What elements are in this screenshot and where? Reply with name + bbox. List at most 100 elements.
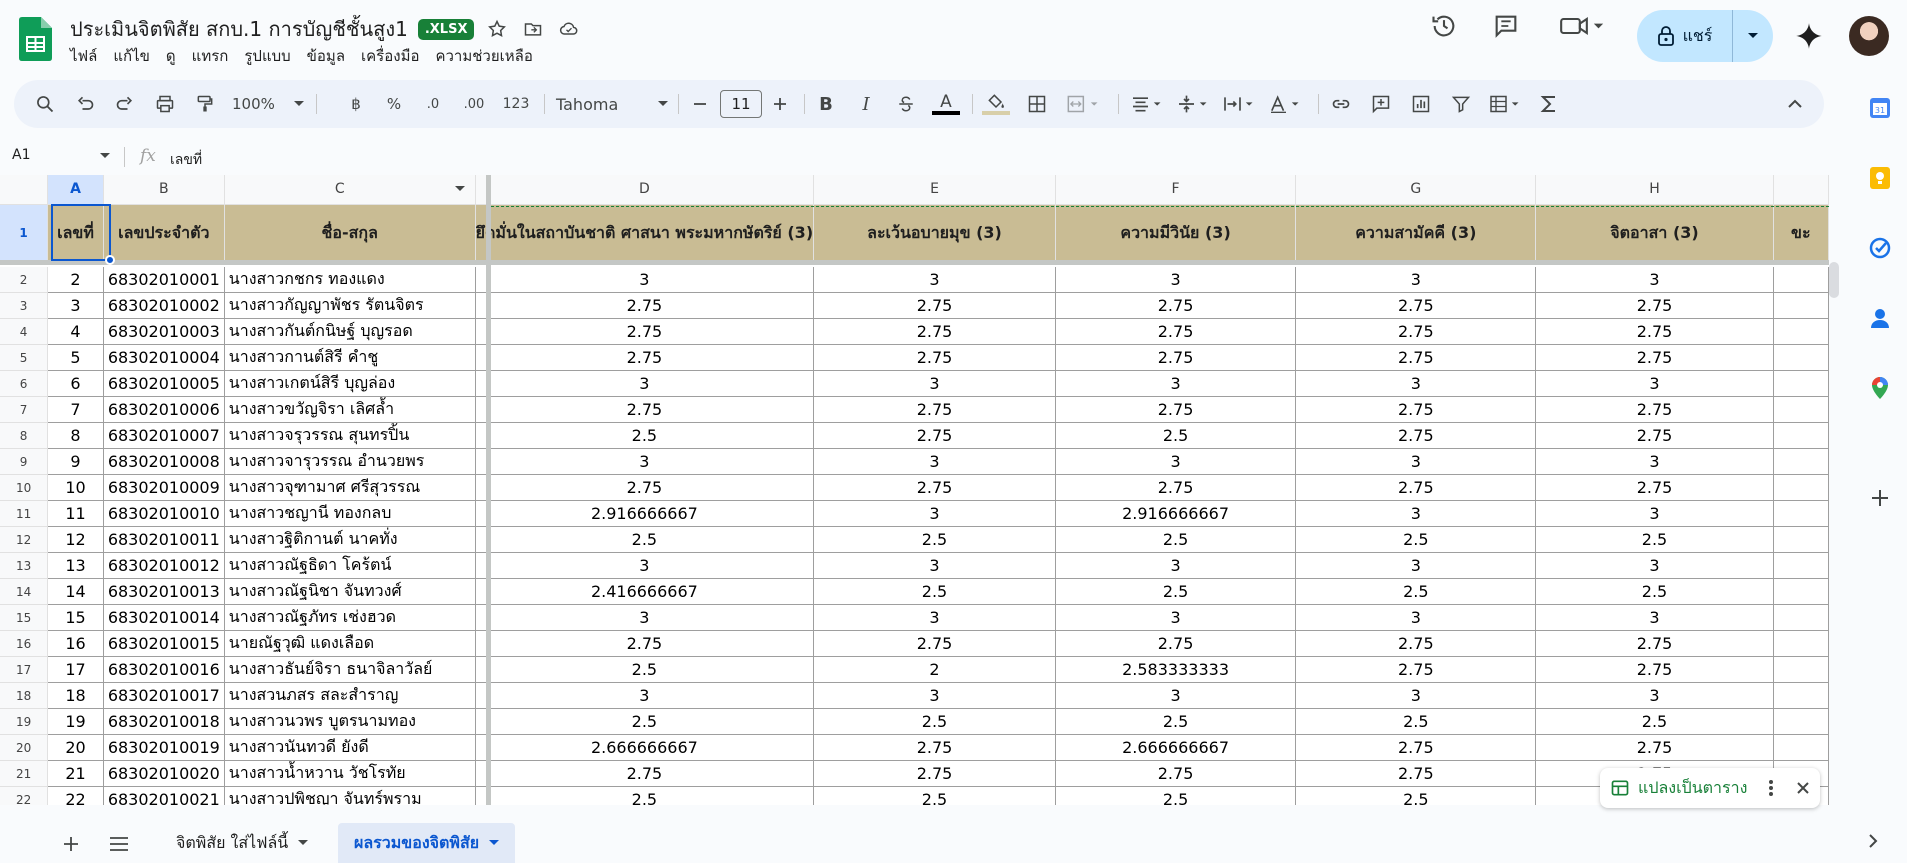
column-header-h[interactable]: H (1535, 175, 1774, 205)
cell-no[interactable]: 4 (47, 318, 104, 345)
row-header[interactable]: 19 (0, 708, 49, 735)
merge-cells-icon[interactable] (1060, 88, 1110, 120)
font-size-value[interactable]: 11 (720, 90, 762, 118)
cell-student-id[interactable]: 68302010021 (103, 786, 225, 805)
row-header[interactable]: 22 (0, 786, 49, 805)
chevron-down-icon[interactable] (489, 840, 500, 846)
cell-avoid-vices[interactable]: 3 (813, 267, 1056, 293)
cell-loyalty[interactable]: 2.75 (475, 474, 815, 501)
cell-name[interactable]: นางสาวกัญญาพัชร รัตนจิตร (224, 292, 476, 319)
cell-student-id[interactable]: 68302010020 (103, 760, 225, 787)
row-header[interactable]: 12 (0, 526, 49, 553)
cell-discipline[interactable]: 2.75 (1055, 344, 1297, 371)
cell-volunteer[interactable]: 2.5 (1535, 526, 1774, 553)
cell-name[interactable]: นางสาวจารุวรรณ อำนวยพร (224, 448, 476, 475)
cell-unity[interactable]: 2.75 (1295, 422, 1537, 449)
cell-discipline[interactable]: 3 (1055, 604, 1297, 631)
convert-to-table-chip[interactable]: แปลงเป็นตาราง (1600, 768, 1820, 808)
frozen-row-divider[interactable] (0, 260, 1829, 265)
cell-no[interactable]: 19 (47, 708, 104, 735)
filter-icon[interactable] (1446, 88, 1476, 120)
sheets-logo-icon[interactable] (19, 17, 52, 61)
cell-volunteer[interactable]: 2.75 (1535, 396, 1774, 423)
cell-unity[interactable]: 2.5 (1295, 708, 1537, 735)
cell-student-id[interactable]: 68302010015 (103, 630, 225, 657)
cell-next[interactable] (1773, 682, 1829, 709)
insert-link-icon[interactable] (1326, 88, 1356, 120)
cell-no[interactable]: 6 (47, 370, 104, 397)
cell-no[interactable]: 7 (47, 396, 104, 423)
header-cell-volunteer[interactable]: จิตอาสา (3) (1535, 204, 1774, 262)
cell-loyalty[interactable]: 2.75 (475, 292, 815, 319)
column-header-g[interactable]: G (1295, 175, 1537, 205)
cell-unity[interactable]: 2.5 (1295, 526, 1537, 553)
fill-handle[interactable] (105, 255, 115, 265)
chevron-down-icon[interactable] (298, 840, 309, 846)
currency-format-button[interactable]: ฿ (344, 88, 368, 120)
cell-student-id[interactable]: 68302010012 (103, 552, 225, 579)
cell-volunteer[interactable]: 3 (1535, 370, 1774, 397)
cell-unity[interactable]: 2.75 (1295, 734, 1537, 761)
cell-next[interactable] (1773, 318, 1829, 345)
cell-no[interactable]: 16 (47, 630, 104, 657)
cell-student-id[interactable]: 68302010004 (103, 344, 225, 371)
cloud-saved-icon[interactable] (556, 16, 582, 42)
cell-name[interactable]: นางสาวชญานี ทองกลบ (224, 500, 476, 527)
add-addon-plus-icon[interactable] (1862, 480, 1898, 516)
column-header-d[interactable]: D (475, 175, 815, 205)
vertical-scrollbar[interactable] (1829, 262, 1839, 298)
cell-avoid-vices[interactable]: 3 (813, 682, 1056, 709)
column-header-f[interactable]: F (1055, 175, 1297, 205)
decrease-decimal-button[interactable]: .0 (418, 88, 448, 120)
cell-volunteer[interactable]: 2.75 (1535, 344, 1774, 371)
increase-decimal-button[interactable]: .00 (458, 88, 490, 120)
row-header[interactable]: 10 (0, 474, 49, 501)
cell-discipline[interactable]: 3 (1055, 682, 1297, 709)
cell-avoid-vices[interactable]: 2.75 (813, 474, 1056, 501)
cell-discipline[interactable]: 2.666666667 (1055, 734, 1297, 761)
keep-icon[interactable] (1862, 160, 1898, 196)
cell-discipline[interactable]: 2.75 (1055, 760, 1297, 787)
filter-views-icon[interactable] (1484, 88, 1528, 120)
cell-discipline[interactable]: 2.916666667 (1055, 500, 1297, 527)
cell-next[interactable] (1773, 267, 1829, 293)
menu-format[interactable]: รูปแบบ (236, 44, 298, 68)
cell-name[interactable]: นางสาวธันย์จิรา ธนาจิลาวัลย์ (224, 656, 476, 683)
cell-loyalty[interactable]: 2.5 (475, 786, 815, 805)
search-menus-icon[interactable] (30, 88, 60, 120)
cell-next[interactable] (1773, 344, 1829, 371)
cell-loyalty[interactable]: 2.75 (475, 396, 815, 423)
header-cell-student-id[interactable]: เลขประจำตัว (103, 204, 225, 262)
cell-discipline[interactable]: 3 (1055, 448, 1297, 475)
row-header[interactable]: 11 (0, 500, 49, 527)
cell-volunteer[interactable]: 3 (1535, 267, 1774, 293)
cell-student-id[interactable]: 68302010018 (103, 708, 225, 735)
cell-volunteer[interactable]: 3 (1535, 500, 1774, 527)
cell-name[interactable]: นางสาวปพิชญา จันทร์พราม (224, 786, 476, 805)
undo-icon[interactable] (70, 88, 100, 120)
close-icon[interactable] (1796, 781, 1810, 795)
cell-discipline[interactable]: 3 (1055, 267, 1297, 293)
cell-name[interactable]: นางสาวนวพร บูตรนามทอง (224, 708, 476, 735)
cell-avoid-vices[interactable]: 2.5 (813, 708, 1056, 735)
cell-volunteer[interactable]: 3 (1535, 682, 1774, 709)
share-button[interactable]: แชร์ (1637, 10, 1773, 62)
document-title[interactable]: ประเมินจิตพิสัย สกบ.1 การบัญชีชั้นสูง1 (70, 13, 408, 45)
cell-next[interactable] (1773, 578, 1829, 605)
insert-comment-icon[interactable] (1366, 88, 1396, 120)
cell-no[interactable]: 3 (47, 292, 104, 319)
row-header[interactable]: 5 (0, 344, 49, 371)
share-main-button[interactable]: แชร์ (1637, 10, 1733, 62)
cell-discipline[interactable]: 2.583333333 (1055, 656, 1297, 683)
text-rotation-icon[interactable] (1264, 88, 1308, 120)
formula-input[interactable]: เลขที่ (170, 149, 202, 171)
cell-student-id[interactable]: 68302010017 (103, 682, 225, 709)
cell-loyalty[interactable]: 2.916666667 (475, 500, 815, 527)
cell-student-id[interactable]: 68302010013 (103, 578, 225, 605)
cell-no[interactable]: 11 (47, 500, 104, 527)
cell-next[interactable] (1773, 396, 1829, 423)
cell-student-id[interactable]: 68302010008 (103, 448, 225, 475)
cell-loyalty[interactable]: 2.5 (475, 422, 815, 449)
cell-student-id[interactable]: 68302010009 (103, 474, 225, 501)
cell-no[interactable]: 2 (47, 267, 104, 293)
